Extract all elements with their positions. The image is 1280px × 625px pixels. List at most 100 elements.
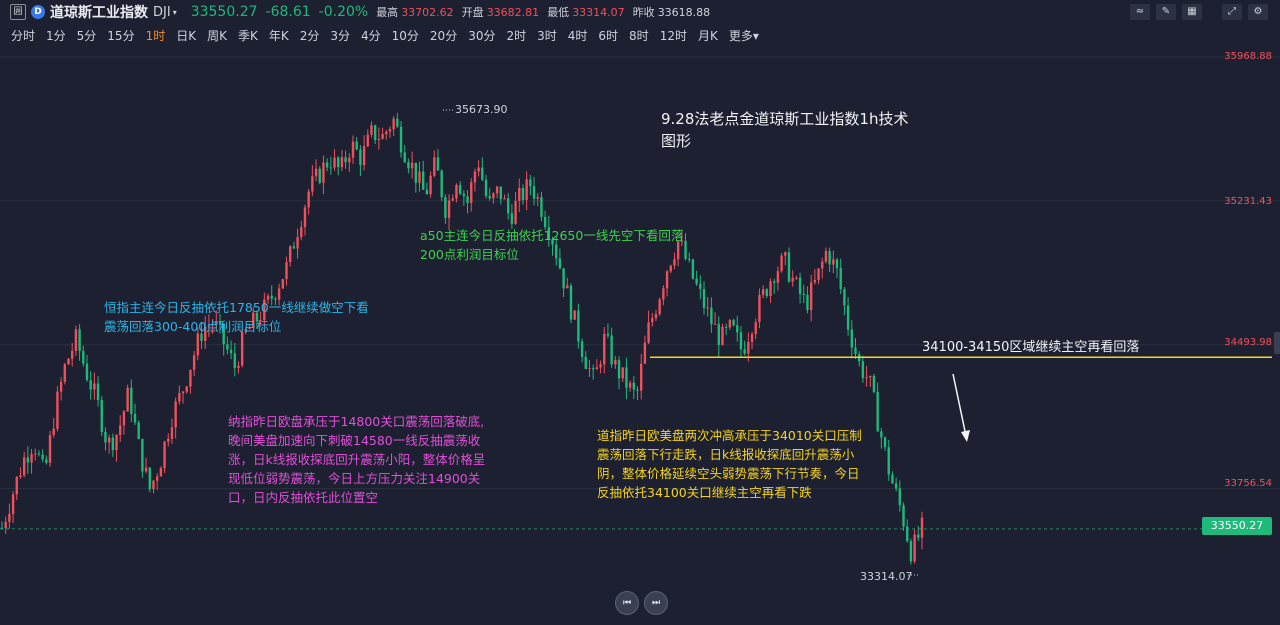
- candle-body: [348, 157, 351, 163]
- candle-body: [385, 131, 388, 135]
- candle-body: [41, 454, 44, 460]
- candle-body: [74, 329, 78, 351]
- candle-body: [846, 305, 850, 330]
- candle-body: [292, 246, 296, 249]
- candle-body: [813, 280, 817, 283]
- candle-body: [67, 358, 70, 365]
- candle-body: [141, 438, 144, 472]
- candle-body: [37, 453, 41, 455]
- candle-body: [407, 162, 410, 169]
- candle-body: [518, 188, 521, 202]
- candle-body: [569, 285, 573, 320]
- annotation-line: 恒指主连今日反抽依托17850一线继续做空下看: [104, 300, 369, 315]
- candle-body: [447, 200, 451, 218]
- candle-body: [122, 411, 126, 426]
- candle-body: [610, 335, 613, 365]
- candle-body: [26, 457, 30, 463]
- candle-body: [333, 157, 336, 168]
- candle-body: [773, 281, 776, 283]
- candle-body: [529, 179, 532, 187]
- candle-body: [436, 157, 440, 171]
- candle-body: [410, 162, 414, 169]
- candle-body: [85, 363, 89, 381]
- candle-body: [721, 326, 724, 345]
- candle-body: [325, 162, 329, 168]
- candle-body: [34, 453, 37, 455]
- candle-body: [795, 277, 798, 279]
- annotation-line: 涨，日k线报收探底回升震荡小阳，整体价格呈: [228, 452, 486, 467]
- candle-body: [643, 342, 647, 364]
- candle-body: [381, 134, 384, 139]
- candle-body: [817, 268, 820, 281]
- candle-body: [477, 167, 480, 172]
- candle-body: [699, 283, 702, 289]
- candle-body: [414, 162, 418, 183]
- candle-body: [828, 250, 831, 265]
- candle-body: [185, 386, 188, 392]
- candle-body: [861, 361, 865, 378]
- candle-body: [876, 391, 879, 432]
- candle-body: [584, 356, 587, 369]
- candle-body: [307, 191, 310, 208]
- candle-body: [15, 476, 18, 495]
- candle-body: [233, 353, 236, 368]
- title-line: 图形: [661, 132, 692, 150]
- candle-body: [370, 125, 373, 135]
- candle-body: [747, 341, 750, 354]
- annotation-line: 震荡回落下行走跌，日k线报收探底回升震荡小: [597, 447, 855, 462]
- scroll-right-icon[interactable]: ⏭: [644, 591, 668, 615]
- candle-body: [59, 381, 63, 392]
- candle-body: [71, 350, 74, 359]
- candle-body: [695, 278, 698, 284]
- candle-body: [769, 281, 772, 297]
- candle-body: [281, 279, 285, 289]
- candle-body: [913, 534, 916, 562]
- candle-body: [104, 431, 107, 443]
- candle-body: [337, 157, 340, 168]
- candle-body: [503, 198, 506, 200]
- candle-body: [736, 325, 739, 333]
- candle-body: [606, 333, 610, 336]
- candle-body: [340, 157, 344, 168]
- y-axis-label: 35968.88: [1224, 51, 1272, 62]
- candle-body: [329, 167, 333, 169]
- candle-body: [717, 323, 720, 345]
- annotation-line: 晚间美盘加速向下刺破14580一线反抽震荡收: [228, 433, 481, 448]
- candle-body: [702, 288, 706, 309]
- candle-body: [226, 344, 229, 350]
- candle-body: [562, 268, 565, 289]
- y-axis-label: 33756.54: [1224, 478, 1272, 489]
- min-price-label: 33314.07: [860, 570, 913, 583]
- candle-body: [119, 425, 122, 436]
- nasdaq-annotation: 纳指昨日欧盘承压于14800关口震荡回落破底, 晚间美盘加速向下刺破14580一…: [228, 412, 485, 507]
- annotation-line: 200点利润目标位: [420, 247, 519, 262]
- chart-title: 9.28法老点金道琼斯工业指数1h技术 图形: [661, 108, 908, 152]
- candle-body: [850, 329, 853, 348]
- candle-body: [894, 483, 898, 489]
- candle-body: [739, 332, 743, 350]
- candle-body: [514, 201, 517, 224]
- candle-body: [580, 341, 584, 357]
- candle-body: [688, 258, 691, 260]
- candle-body: [45, 459, 48, 463]
- candle-body: [651, 318, 654, 323]
- candle-body: [52, 428, 55, 435]
- candle-body: [444, 197, 447, 218]
- candle-body: [285, 261, 288, 280]
- candle-body: [506, 198, 510, 214]
- candle-body: [344, 157, 347, 163]
- candle-body: [628, 382, 632, 388]
- candle-body: [865, 377, 868, 379]
- side-panel-handle[interactable]: [1274, 332, 1280, 354]
- candle-body: [710, 307, 713, 325]
- candle-body: [658, 299, 661, 315]
- candle-body: [82, 350, 85, 364]
- candle-body: [399, 126, 403, 153]
- scroll-left-icon[interactable]: ⏮: [615, 591, 639, 615]
- candle-body: [63, 364, 67, 382]
- candle-body: [691, 259, 695, 279]
- candle-body: [706, 307, 709, 309]
- candle-body: [0, 527, 4, 529]
- candle-body: [126, 387, 129, 412]
- candle-body: [525, 179, 528, 200]
